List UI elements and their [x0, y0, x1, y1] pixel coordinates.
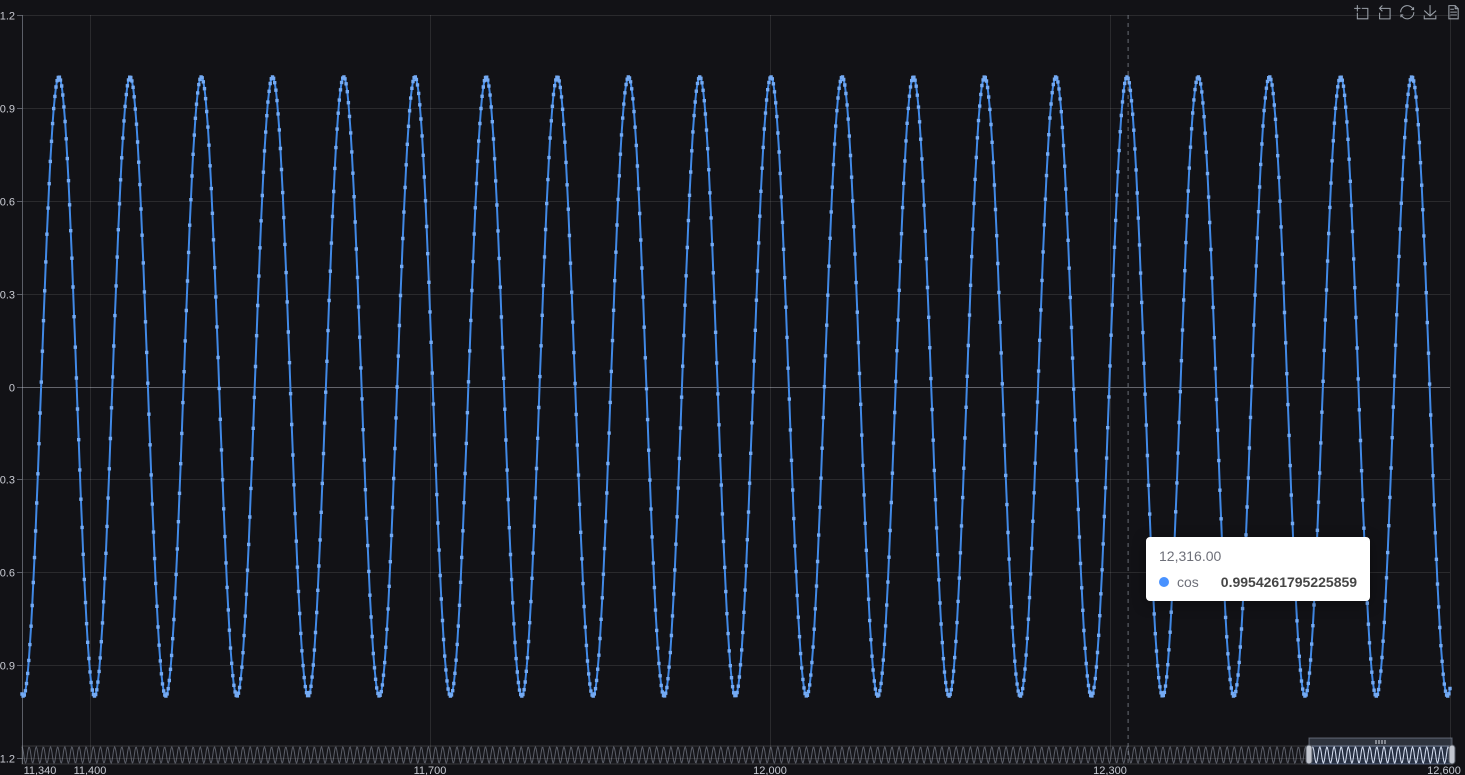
- tooltip: 12,316.00 cos 0.9954261795225859: [1146, 537, 1371, 601]
- x-axis-label: 11,340: [24, 765, 57, 775]
- chart-canvas[interactable]: 1.2 0.9 0.6 0.3 0 -0.3 -0.6 -0.9 -1.2 11,340 11,40…: [0, 0, 1465, 775]
- y-axis-label: -1.2: [0, 754, 15, 766]
- tooltip-series-name: cos: [1177, 574, 1199, 590]
- data-view-icon[interactable]: [1445, 4, 1461, 20]
- restore-icon[interactable]: [1399, 4, 1415, 20]
- y-axis-label: -0.9: [0, 661, 15, 673]
- x-axis-label: 12,300: [1093, 765, 1127, 775]
- x-axis-label: 12,000: [753, 765, 787, 775]
- y-axis-label: 1.2: [0, 11, 15, 23]
- save-image-icon[interactable]: [1422, 4, 1438, 20]
- tooltip-axis-value: 12,316.00: [1159, 548, 1222, 564]
- tooltip-series-row: cos 0.9954261795225859: [1159, 572, 1357, 592]
- x-axis-label: 11,700: [414, 765, 447, 775]
- x-axis-label: 12,600: [1427, 765, 1461, 775]
- y-axis-label: 0.9: [0, 104, 15, 116]
- series-marker-dot: [1159, 577, 1169, 587]
- y-axis-label: -0.6: [0, 568, 15, 580]
- x-axis-label: 11,400: [74, 765, 107, 775]
- y-axis-label: -0.3: [0, 475, 15, 487]
- plot-area[interactable]: [22, 15, 1450, 758]
- y-axis-label: 0.6: [0, 197, 15, 209]
- toolbox: [1353, 4, 1461, 20]
- y-axis-label: 0: [9, 383, 15, 395]
- zoom-reset-icon[interactable]: [1376, 4, 1392, 20]
- y-axis-label: 0.3: [0, 290, 15, 302]
- box-zoom-icon[interactable]: [1353, 4, 1369, 20]
- chart[interactable]: 1.2 0.9 0.6 0.3 0 -0.3 -0.6 -0.9 -1.2 11,340 11,40…: [0, 0, 1465, 775]
- tooltip-series-value: 0.9954261795225859: [1220, 574, 1358, 590]
